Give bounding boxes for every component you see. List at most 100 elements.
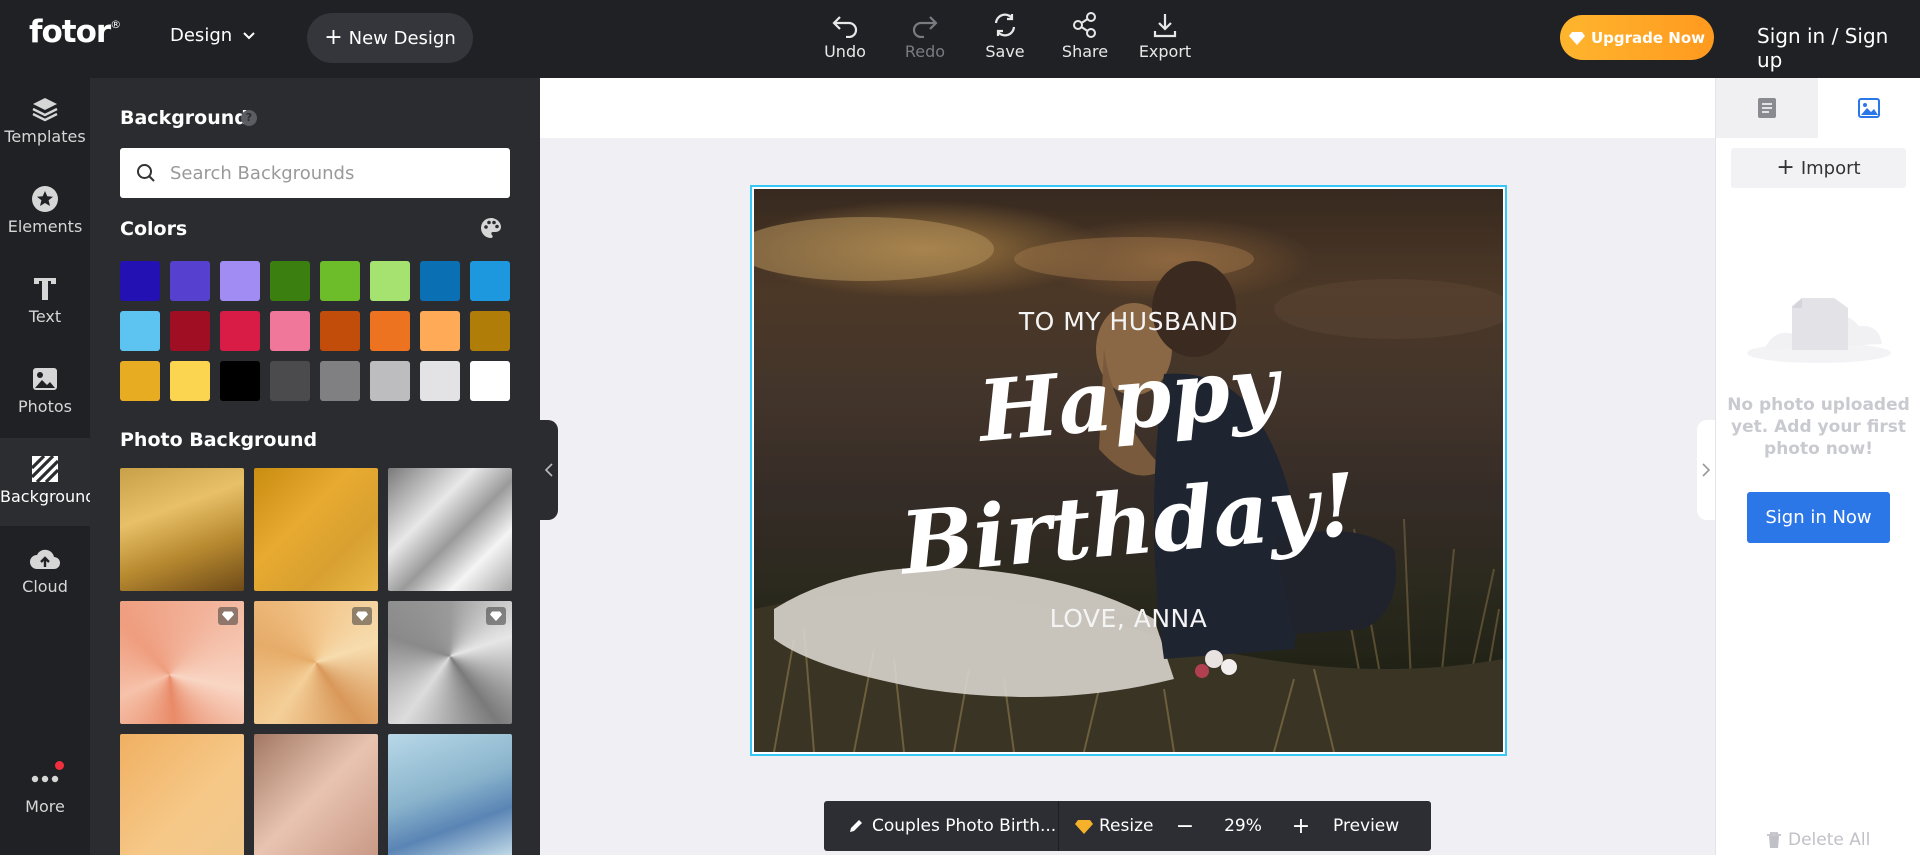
photo-background-tile[interactable] bbox=[388, 468, 512, 591]
rail-item-cloud[interactable]: Cloud bbox=[0, 528, 90, 616]
color-swatch[interactable] bbox=[470, 261, 510, 301]
color-swatch[interactable] bbox=[270, 311, 310, 351]
color-swatch[interactable] bbox=[420, 311, 460, 351]
new-design-label: New Design bbox=[348, 27, 456, 49]
export-button[interactable]: Export bbox=[1130, 12, 1200, 61]
photo-background-tile[interactable] bbox=[120, 734, 244, 855]
color-swatch[interactable] bbox=[320, 261, 360, 301]
photo-background-tile[interactable] bbox=[120, 468, 244, 591]
redo-button[interactable]: Redo bbox=[890, 12, 960, 61]
photo-background-tile[interactable] bbox=[388, 601, 512, 724]
design-menu[interactable]: Design bbox=[170, 25, 256, 46]
photo-background-tile[interactable] bbox=[254, 734, 378, 855]
new-design-button[interactable]: + New Design bbox=[307, 13, 473, 63]
sign-in-link[interactable]: Sign in bbox=[1757, 24, 1825, 48]
photo-background-tile[interactable] bbox=[254, 601, 378, 724]
color-swatch[interactable] bbox=[170, 261, 210, 301]
auth-separator: / bbox=[1831, 24, 1839, 48]
collapse-panel-button[interactable] bbox=[540, 420, 558, 520]
color-swatch[interactable] bbox=[470, 361, 510, 401]
design-name-field[interactable]: Couples Photo Birth... bbox=[848, 816, 1058, 836]
color-swatch[interactable] bbox=[270, 261, 310, 301]
color-swatches bbox=[120, 261, 512, 401]
import-button[interactable]: + Import bbox=[1731, 148, 1906, 188]
fotor-logo[interactable]: fotor® bbox=[29, 14, 121, 50]
color-swatch[interactable] bbox=[170, 361, 210, 401]
color-swatch[interactable] bbox=[120, 361, 160, 401]
zoom-level[interactable]: 29% bbox=[1205, 816, 1281, 836]
design-menu-label: Design bbox=[170, 25, 233, 46]
rail-label-cloud: Cloud bbox=[22, 577, 68, 596]
color-swatch[interactable] bbox=[120, 311, 160, 351]
text-love-anna[interactable]: LOVE, ANNA bbox=[754, 604, 1503, 633]
layers-icon bbox=[32, 98, 58, 122]
text-icon bbox=[34, 278, 56, 300]
rail-label-templates: Templates bbox=[4, 127, 86, 146]
toolbar-divider bbox=[1058, 801, 1059, 851]
color-swatch[interactable] bbox=[420, 361, 460, 401]
delete-all-button[interactable]: Delete All bbox=[1766, 830, 1870, 850]
photo-background-tile[interactable] bbox=[254, 468, 378, 591]
rail-label-photos: Photos bbox=[18, 397, 72, 416]
image-icon bbox=[33, 368, 57, 390]
upgrade-now-button[interactable]: Upgrade Now bbox=[1560, 15, 1714, 60]
rail-item-elements[interactable]: Elements bbox=[0, 168, 90, 256]
star-icon bbox=[32, 186, 58, 212]
photo-background-tile[interactable] bbox=[120, 601, 244, 724]
color-swatch[interactable] bbox=[170, 311, 210, 351]
search-input[interactable] bbox=[170, 162, 470, 184]
preview-button[interactable]: Preview bbox=[1333, 816, 1399, 836]
share-button[interactable]: Share bbox=[1050, 12, 1120, 61]
auth-links: Sign in / Sign up bbox=[1757, 24, 1920, 72]
design-canvas[interactable]: TO MY HUSBAND Happy Birthday! LOVE, ANNA bbox=[750, 185, 1507, 756]
rail-label-text: Text bbox=[28, 307, 62, 326]
sign-in-now-button[interactable]: Sign in Now bbox=[1747, 492, 1890, 543]
notification-dot bbox=[55, 761, 64, 770]
color-swatch[interactable] bbox=[470, 311, 510, 351]
premium-diamond-icon bbox=[352, 607, 372, 625]
color-swatch[interactable] bbox=[120, 261, 160, 301]
tab-documents[interactable] bbox=[1716, 78, 1818, 138]
logo-text: fotor bbox=[29, 14, 111, 50]
color-swatch[interactable] bbox=[370, 361, 410, 401]
palette-icon[interactable] bbox=[480, 217, 502, 239]
chevron-left-icon bbox=[545, 463, 553, 477]
save-button[interactable]: Save bbox=[970, 12, 1040, 61]
color-swatch[interactable] bbox=[420, 261, 460, 301]
canvas-toolbar-area bbox=[540, 78, 1715, 138]
color-swatch[interactable] bbox=[220, 261, 260, 301]
delete-all-label: Delete All bbox=[1788, 830, 1871, 850]
color-swatch[interactable] bbox=[370, 311, 410, 351]
rail-item-photos[interactable]: Photos bbox=[0, 348, 90, 436]
color-swatch[interactable] bbox=[270, 361, 310, 401]
logo-registered-mark: ® bbox=[110, 18, 121, 31]
left-rail: Templates Elements Text Photos Backgroun… bbox=[0, 78, 95, 855]
help-icon[interactable]: ? bbox=[241, 110, 257, 126]
rail-item-more[interactable]: More bbox=[0, 748, 90, 836]
color-swatch[interactable] bbox=[320, 311, 360, 351]
search-box[interactable] bbox=[120, 148, 510, 198]
diamond-icon bbox=[1568, 31, 1585, 45]
color-swatch[interactable] bbox=[370, 261, 410, 301]
background-icon bbox=[31, 455, 59, 483]
resize-label: Resize bbox=[1099, 816, 1154, 836]
undo-button[interactable]: Undo bbox=[810, 12, 880, 61]
tab-images[interactable] bbox=[1818, 78, 1920, 138]
share-label: Share bbox=[1061, 42, 1109, 61]
undo-icon bbox=[832, 16, 858, 38]
photo-background-tile[interactable] bbox=[388, 734, 512, 855]
design-name-label: Couples Photo Birth... bbox=[872, 816, 1057, 836]
rail-item-text[interactable]: Text bbox=[0, 258, 90, 346]
color-swatch[interactable] bbox=[220, 361, 260, 401]
expand-right-panel-button[interactable] bbox=[1697, 420, 1715, 520]
resize-button[interactable]: Resize bbox=[1075, 816, 1165, 836]
zoom-in-button[interactable]: + bbox=[1281, 814, 1321, 839]
rail-item-background[interactable]: Background bbox=[0, 438, 95, 526]
trash-icon bbox=[1767, 832, 1781, 848]
redo-icon bbox=[912, 16, 938, 38]
uploads-panel: + Import No photo uploaded yet. Add your… bbox=[1715, 78, 1920, 855]
zoom-out-button[interactable]: − bbox=[1165, 814, 1205, 839]
color-swatch[interactable] bbox=[320, 361, 360, 401]
color-swatch[interactable] bbox=[220, 311, 260, 351]
rail-item-templates[interactable]: Templates bbox=[0, 78, 90, 166]
